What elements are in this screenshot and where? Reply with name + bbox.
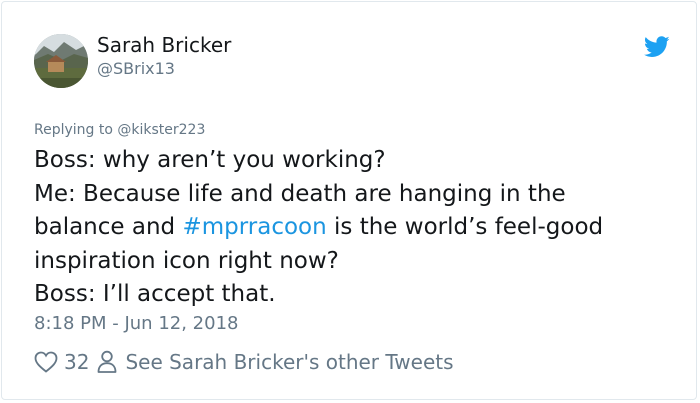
other-tweets-link[interactable]: See Sarah Bricker's other Tweets <box>125 350 453 374</box>
reply-to-handle[interactable]: @kikster223 <box>117 122 205 138</box>
hashtag-link[interactable]: #mprracoon <box>182 214 326 240</box>
tweet-line: balance and #mprracoon is the world’s fe… <box>34 211 674 245</box>
tweet-actions: 32 See Sarah Bricker's other Tweets <box>34 346 454 378</box>
avatar[interactable] <box>34 34 88 88</box>
tweet-timestamp[interactable]: 8:18 PM - Jun 12, 2018 <box>34 313 238 334</box>
avatar-image <box>34 34 88 88</box>
like-count[interactable]: 32 <box>64 350 89 374</box>
tweet-text: Boss: why aren’t you working? Me: Becaus… <box>34 144 674 312</box>
reply-context: Replying to @kikster223 <box>34 122 205 138</box>
tweet-line: Me: Because life and death are hanging i… <box>34 180 566 207</box>
person-icon <box>98 350 117 373</box>
author-name[interactable]: Sarah Bricker <box>97 33 231 57</box>
author-handle[interactable]: @SBrix13 <box>97 59 175 78</box>
tweet-text-segment: balance and <box>34 214 183 240</box>
twitter-bird-icon[interactable] <box>644 35 670 59</box>
reply-prefix: Replying to <box>34 122 118 138</box>
tweet-line: Boss: why aren’t you working? <box>34 147 386 173</box>
tweet-card: Sarah Bricker @SBrix13 Replying to @kiks… <box>1 1 697 400</box>
tweet-line: inspiration icon right now? <box>34 247 339 274</box>
heart-icon[interactable] <box>34 351 58 373</box>
tweet-line: Boss: I’ll accept that. <box>34 281 276 307</box>
tweet-text-segment: is the world’s feel-good <box>326 214 604 240</box>
